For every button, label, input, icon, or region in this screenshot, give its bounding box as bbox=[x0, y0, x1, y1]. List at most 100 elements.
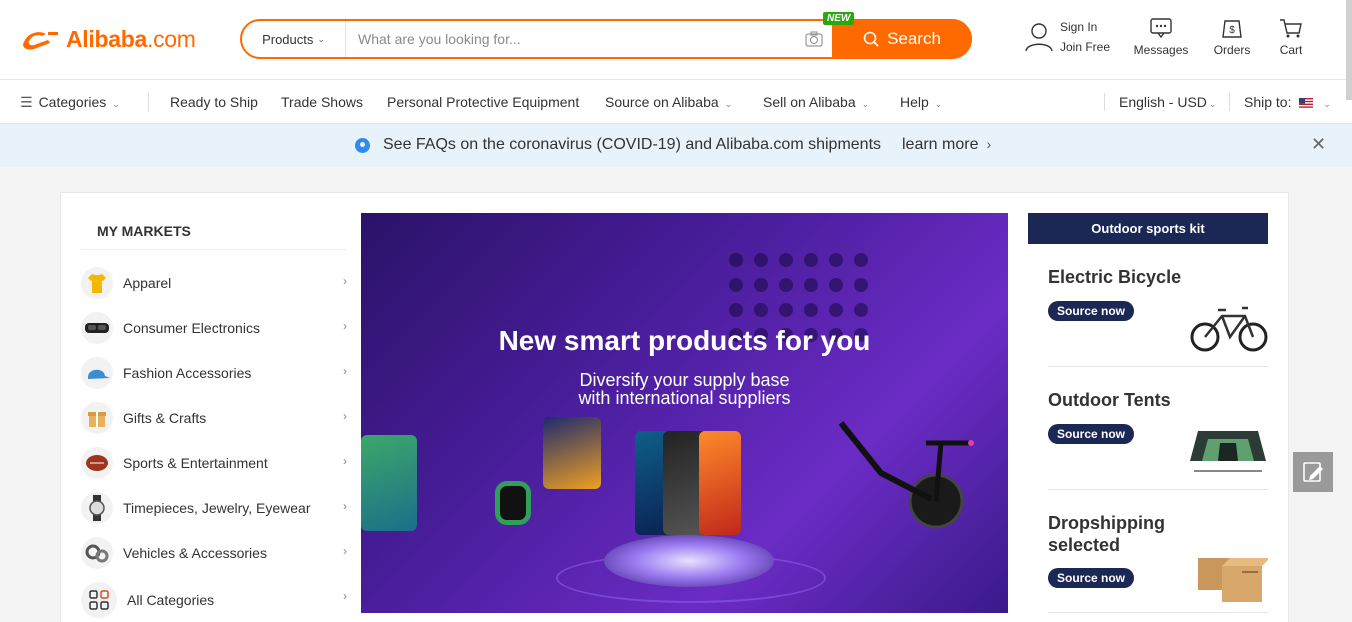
chevron-down-icon: ⌄ bbox=[112, 99, 120, 109]
market-label: Consumer Electronics bbox=[123, 319, 260, 336]
close-icon[interactable]: ✕ bbox=[1311, 134, 1326, 155]
sign-in-label[interactable]: Sign In bbox=[1060, 17, 1110, 37]
tent-image bbox=[1190, 431, 1266, 472]
nav-source-on-alibaba[interactable]: Source on Alibaba ⌄ bbox=[605, 94, 732, 110]
header-actions: Sign In Join Free Messages $ Orders Cart bbox=[1024, 17, 1306, 57]
scrollbar[interactable] bbox=[1346, 0, 1352, 100]
market-item-vehicles[interactable]: Vehicles & Accessories › bbox=[81, 530, 347, 575]
phone-image bbox=[699, 431, 741, 535]
market-item-consumer-electronics[interactable]: Consumer Electronics › bbox=[81, 305, 347, 350]
chevron-right-icon: › bbox=[343, 409, 347, 423]
language-select[interactable]: English - USD ⌄ bbox=[1119, 94, 1216, 110]
new-badge: NEW bbox=[823, 12, 855, 25]
chevron-down-icon: ⌄ bbox=[317, 33, 325, 44]
cap-icon bbox=[81, 356, 113, 389]
market-item-gifts-crafts[interactable]: Gifts & Crafts › bbox=[81, 395, 347, 440]
feedback-button[interactable] bbox=[1293, 452, 1333, 492]
us-flag-icon bbox=[1299, 98, 1314, 109]
outdoor-sports-panel: Outdoor sports kit Electric Bicycle Sour… bbox=[1028, 213, 1268, 613]
chevron-right-icon: › bbox=[343, 544, 347, 558]
product-card-outdoor-tents[interactable]: Outdoor Tents Source now bbox=[1048, 367, 1268, 490]
category-nav: ☰ Categories ⌄ Ready to Ship Trade Shows P… bbox=[0, 80, 1352, 124]
my-markets-title: MY MARKETS bbox=[81, 213, 347, 250]
message-icon bbox=[1150, 18, 1172, 39]
logo-domain: .com bbox=[146, 25, 196, 52]
chevron-down-icon: ⌄ bbox=[1323, 99, 1331, 109]
chevron-right-icon: › bbox=[343, 274, 347, 288]
chevron-down-icon: ⌄ bbox=[934, 99, 943, 109]
logo-brand: Alibaba bbox=[66, 25, 147, 52]
search-category-label: Products bbox=[262, 31, 314, 47]
nav-divider bbox=[1229, 93, 1230, 111]
market-item-fashion-accessories[interactable]: Fashion Accessories › bbox=[81, 350, 347, 395]
chevron-right-icon: › bbox=[986, 136, 992, 152]
sign-in-link[interactable]: Sign In Join Free bbox=[1024, 17, 1110, 57]
phone-image bbox=[361, 435, 417, 531]
product-card-dropshipping[interactable]: Dropshipping selected Source now bbox=[1048, 490, 1268, 613]
source-now-button[interactable]: Source now bbox=[1048, 568, 1135, 588]
cart-label: Cart bbox=[1279, 43, 1303, 57]
hero-banner[interactable]: New smart products for you Diversify you… bbox=[361, 213, 1008, 613]
alibaba-logo[interactable]: Alibaba.com bbox=[20, 24, 196, 54]
exercise-bike-image bbox=[838, 421, 974, 529]
chevron-down-icon: ⌄ bbox=[1208, 99, 1217, 109]
ship-to-select[interactable]: Ship to: ⌄ bbox=[1244, 94, 1331, 110]
product-card-electric-bicycle[interactable]: Electric Bicycle Source now bbox=[1048, 244, 1268, 367]
gears-icon bbox=[81, 536, 113, 569]
cart-icon bbox=[1280, 19, 1302, 38]
learn-more-link[interactable]: learn more › bbox=[902, 136, 991, 154]
nav-sell-label: Sell on Alibaba bbox=[763, 94, 856, 110]
hero-subline: Diversify your supply base with internati… bbox=[361, 371, 1008, 407]
search-category-select[interactable]: Products ⌄ bbox=[242, 21, 346, 57]
smartwatch-image bbox=[495, 481, 531, 525]
chevron-right-icon: › bbox=[343, 319, 347, 333]
market-label: Gifts & Crafts bbox=[123, 409, 207, 426]
nav-help[interactable]: Help ⌄ bbox=[900, 94, 942, 110]
notice-text: See FAQs on the coronavirus (COVID-19) a… bbox=[383, 136, 882, 153]
join-free-label[interactable]: Join Free bbox=[1060, 37, 1110, 57]
cart-button[interactable]: Cart bbox=[1276, 17, 1306, 57]
svg-text:$: $ bbox=[1229, 25, 1235, 36]
watch-icon bbox=[81, 491, 113, 524]
ship-to-label: Ship to: bbox=[1244, 94, 1292, 110]
source-now-button[interactable]: Source now bbox=[1048, 301, 1135, 321]
nav-sell-on-alibaba[interactable]: Sell on Alibaba ⌄ bbox=[763, 94, 869, 110]
nav-ready-to-ship[interactable]: Ready to Ship bbox=[170, 94, 258, 110]
market-item-apparel[interactable]: Apparel › bbox=[81, 260, 347, 305]
pedestal bbox=[604, 535, 774, 587]
shirt-icon bbox=[81, 266, 113, 299]
product-name: Electric Bicycle bbox=[1048, 267, 1182, 287]
search-button[interactable]: Search bbox=[832, 19, 972, 59]
orders-button[interactable]: $ Orders bbox=[1210, 17, 1254, 57]
covid-notice: See FAQs on the coronavirus (COVID-19) a… bbox=[0, 124, 1352, 167]
chevron-right-icon: › bbox=[343, 364, 347, 378]
chevron-right-icon: › bbox=[343, 589, 347, 603]
user-icon bbox=[1025, 23, 1053, 52]
nav-divider bbox=[148, 93, 149, 111]
market-item-timepieces[interactable]: Timepieces, Jewelry, Eyewear › bbox=[81, 485, 347, 530]
search-input[interactable] bbox=[346, 21, 832, 57]
my-markets: MY MARKETS Apparel › Consumer Electronic… bbox=[81, 213, 347, 622]
messages-button[interactable]: Messages bbox=[1130, 17, 1192, 57]
language-label: English - USD bbox=[1119, 94, 1207, 110]
market-label: Sports & Entertainment bbox=[123, 454, 268, 471]
categories-menu[interactable]: ☰ Categories ⌄ bbox=[20, 94, 120, 111]
main-card: MY MARKETS Apparel › Consumer Electronic… bbox=[60, 192, 1289, 622]
source-now-button[interactable]: Source now bbox=[1048, 424, 1135, 444]
product-name: Dropshipping selected bbox=[1048, 513, 1165, 555]
market-item-sports-entertainment[interactable]: Sports & Entertainment › bbox=[81, 440, 347, 485]
camera-icon[interactable] bbox=[805, 31, 823, 47]
market-label: Timepieces, Jewelry, Eyewear bbox=[123, 499, 311, 516]
search-icon bbox=[863, 31, 879, 47]
nav-trade-shows[interactable]: Trade Shows bbox=[281, 94, 363, 110]
search-bar: Products ⌄ Search bbox=[240, 19, 972, 59]
hero-subline-1: Diversify your supply base bbox=[579, 370, 790, 390]
boxes-image bbox=[1198, 558, 1268, 602]
nav-divider bbox=[1104, 93, 1105, 111]
nav-ppe[interactable]: Personal Protective Equipment bbox=[387, 94, 579, 110]
product-name: Outdoor Tents bbox=[1048, 390, 1171, 410]
header: Alibaba.com Products ⌄ Search NEW bbox=[0, 0, 1352, 80]
chevron-down-icon: ⌄ bbox=[724, 99, 733, 109]
grid-icon bbox=[81, 582, 117, 618]
market-item-all-categories[interactable]: All Categories › bbox=[81, 575, 347, 622]
